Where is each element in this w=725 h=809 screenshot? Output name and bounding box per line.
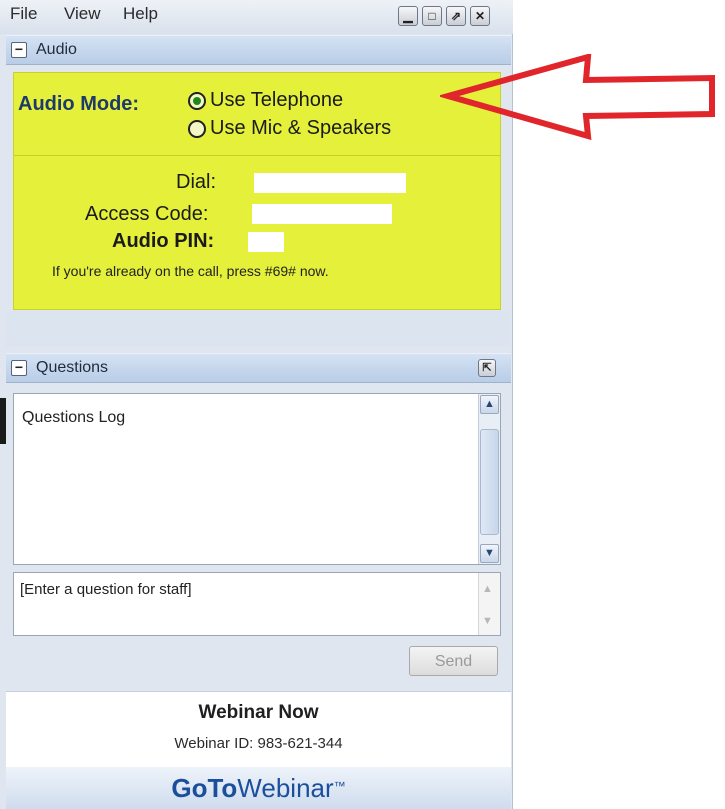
- input-scroll-down-icon[interactable]: ▼: [482, 615, 493, 627]
- redacted-access-code: [252, 204, 392, 224]
- gotowebinar-logo: GoToWebinar™: [6, 773, 511, 804]
- annotation-arrow-icon: [440, 54, 715, 140]
- use-telephone-label: Use Telephone: [210, 89, 344, 111]
- collapse-audio-icon[interactable]: −: [11, 42, 27, 58]
- popout-questions-icon[interactable]: ⇱: [478, 359, 496, 377]
- send-button[interactable]: Send: [409, 646, 498, 676]
- question-input[interactable]: [Enter a question for staff] ▲ ▼: [13, 572, 501, 636]
- use-mic-speakers-option[interactable]: Use Mic & Speakers: [188, 117, 391, 140]
- audio-section-header[interactable]: − Audio: [6, 35, 511, 65]
- audio-mode-label: Audio Mode:: [18, 93, 140, 115]
- use-telephone-option[interactable]: Use Telephone: [188, 89, 343, 112]
- access-code-label: Access Code:: [85, 203, 209, 225]
- questions-log-scrollbar[interactable]: ▲ ▼: [478, 394, 500, 564]
- questions-log[interactable]: Questions Log ▲ ▼: [13, 393, 501, 565]
- questions-section-header[interactable]: − Questions ⇱: [6, 353, 511, 383]
- dial-label: Dial:: [176, 171, 217, 193]
- webinar-info: Webinar Now Webinar ID: 983-621-344: [6, 691, 511, 767]
- input-scroll-up-icon[interactable]: ▲: [482, 583, 493, 595]
- question-input-scrollbar[interactable]: ▲ ▼: [478, 573, 500, 635]
- gotowebinar-control-panel: File View Help ▁ □ ⇗ ✕ − Audio Audio Mod…: [0, 0, 513, 809]
- menu-bar: File View Help ▁ □ ⇗ ✕: [0, 0, 513, 34]
- collapse-questions-icon[interactable]: −: [11, 360, 27, 376]
- audio-divider: [14, 155, 500, 156]
- audio-section-title: Audio: [36, 41, 77, 58]
- brand-bar: GoToWebinar™: [6, 767, 511, 809]
- audio-panel: Audio Mode: Use Telephone Use Mic & Spea…: [13, 72, 501, 310]
- redacted-audio-pin: [248, 232, 284, 252]
- close-icon[interactable]: ✕: [470, 6, 490, 26]
- audio-pin-label: Audio PIN:: [112, 230, 215, 252]
- call-note: If you're already on the call, press #69…: [52, 263, 329, 279]
- window-edge-marker: [0, 398, 6, 444]
- menu-help[interactable]: Help: [123, 4, 158, 24]
- radio-unselected-icon[interactable]: [188, 119, 206, 138]
- menu-file[interactable]: File: [10, 4, 37, 24]
- minimize-icon[interactable]: ▁: [398, 6, 418, 26]
- brand-bold: GoTo: [171, 773, 238, 803]
- brand-light: Webinar: [237, 773, 334, 803]
- use-mic-speakers-label: Use Mic & Speakers: [210, 117, 392, 139]
- menu-view[interactable]: View: [64, 4, 101, 24]
- popout-icon[interactable]: ⇗: [446, 6, 466, 26]
- questions-section-title: Questions: [36, 359, 109, 376]
- webinar-id: Webinar ID: 983-621-344: [174, 735, 343, 752]
- scroll-thumb[interactable]: [480, 429, 499, 535]
- questions-log-title: Questions Log: [22, 409, 126, 426]
- scroll-up-icon[interactable]: ▲: [480, 395, 499, 414]
- brand-trademark: ™: [333, 779, 346, 793]
- webinar-name: Webinar Now: [198, 702, 319, 723]
- question-input-placeholder[interactable]: [Enter a question for staff]: [20, 581, 192, 598]
- scroll-down-icon[interactable]: ▼: [480, 544, 499, 563]
- redacted-dial-number: [254, 173, 406, 193]
- radio-selected-icon[interactable]: [188, 91, 206, 110]
- restore-icon[interactable]: □: [422, 6, 442, 26]
- audio-footer-area: [6, 311, 511, 347]
